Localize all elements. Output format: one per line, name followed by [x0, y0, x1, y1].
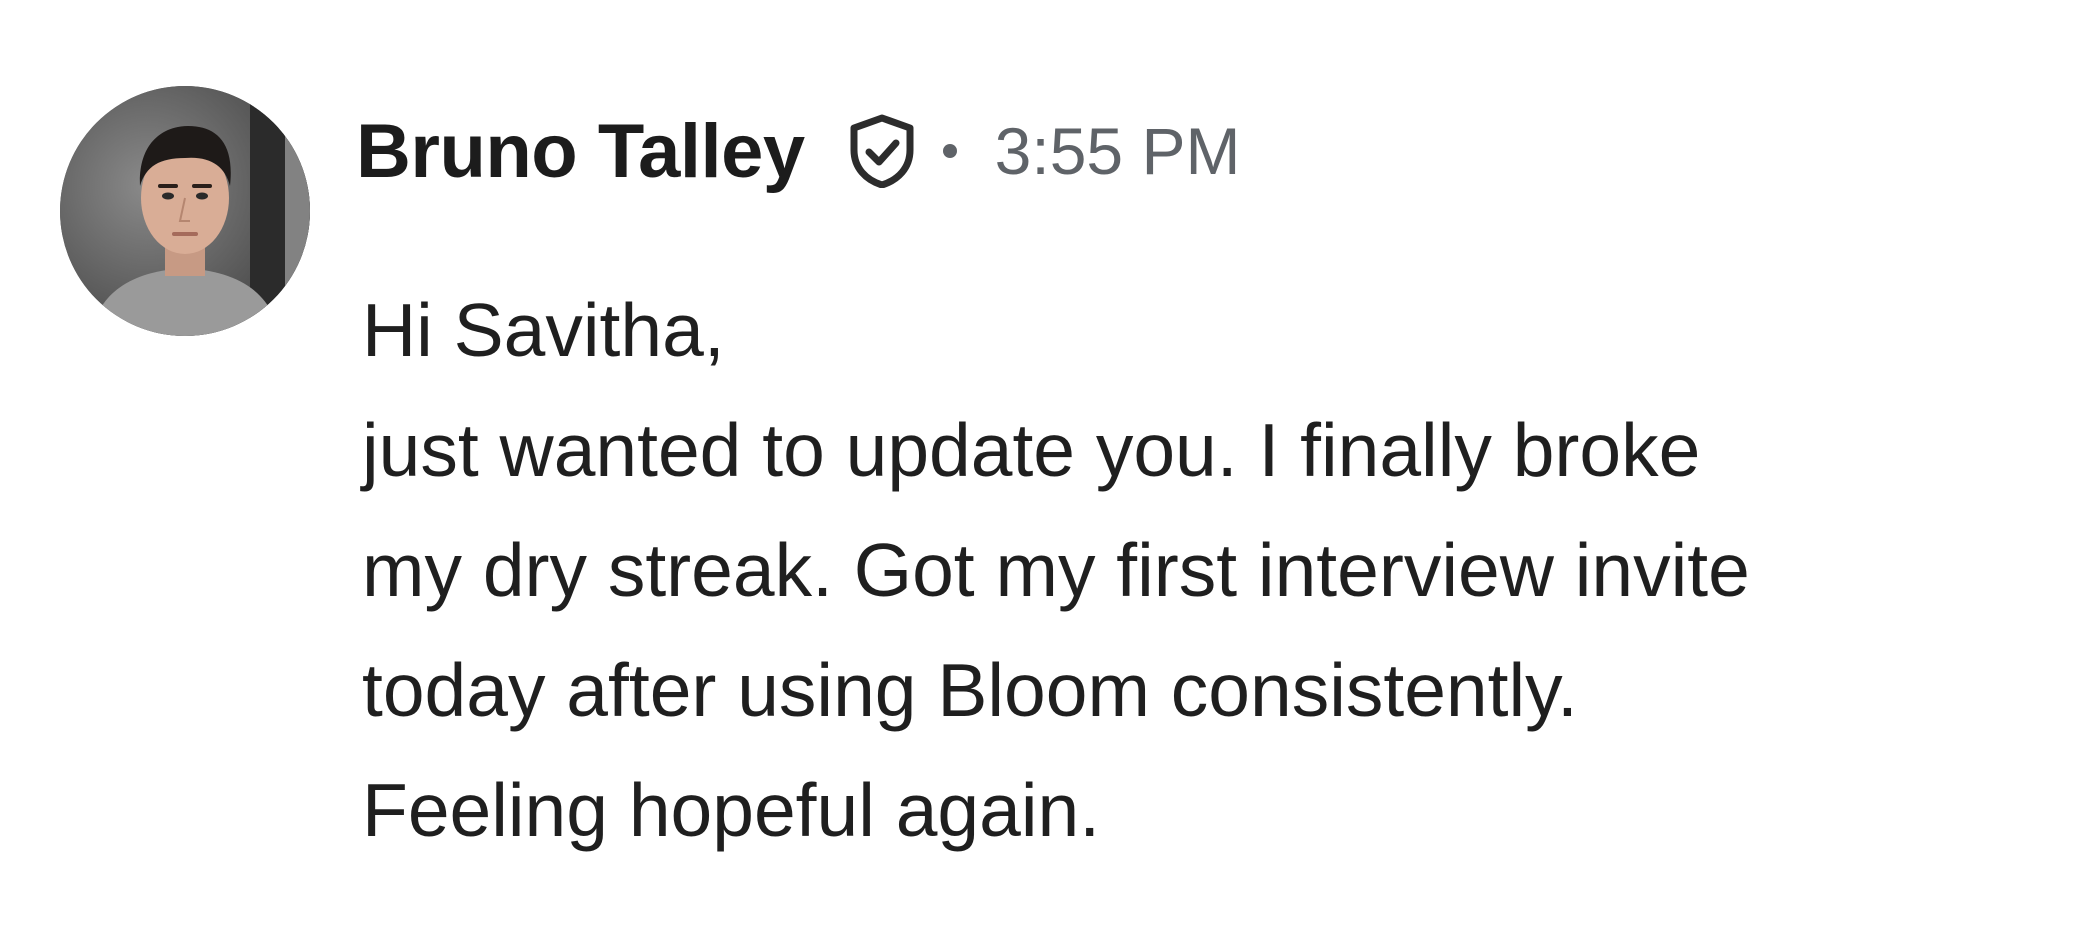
- separator-dot: [942, 144, 957, 158]
- message-line: today after using Bloom consistently.: [362, 648, 1578, 732]
- shield-check-icon: [847, 114, 917, 188]
- message-body: Hi Savitha, just wanted to update you. I…: [362, 270, 2002, 870]
- author-name[interactable]: Bruno Talley: [356, 108, 805, 195]
- message-line: my dry streak. Got my first interview in…: [362, 528, 1750, 612]
- message-line: just wanted to update you. I finally bro…: [362, 408, 1701, 492]
- avatar-photo: [60, 86, 310, 336]
- message-header: Bruno Talley 3:55 PM: [356, 106, 1240, 196]
- timestamp: 3:55 PM: [994, 114, 1241, 188]
- message-line: Feeling hopeful again.: [362, 768, 1101, 852]
- avatar[interactable]: [60, 86, 310, 336]
- chat-message: Bruno Talley 3:55 PM Hi Savitha, just wa…: [0, 0, 2094, 948]
- message-line: Hi Savitha,: [362, 288, 725, 372]
